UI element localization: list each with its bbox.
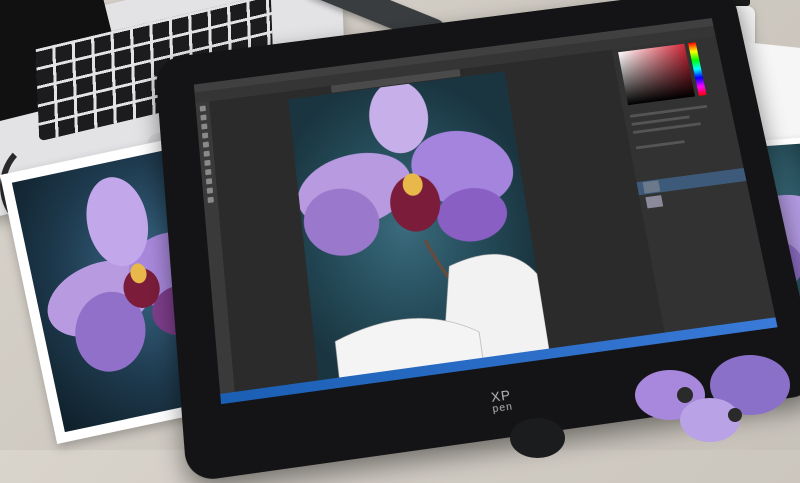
orchid-stickers xyxy=(630,345,800,455)
layer-thumbnail[interactable] xyxy=(645,195,663,208)
lasso-tool-icon[interactable] xyxy=(201,123,207,129)
color-picker[interactable] xyxy=(618,44,695,105)
tools-panel xyxy=(195,101,235,404)
eraser-tool-icon[interactable] xyxy=(204,160,210,166)
marquee-tool-icon[interactable] xyxy=(200,114,206,120)
brush-tool-icon[interactable] xyxy=(204,151,210,157)
gradient-tool-icon[interactable] xyxy=(205,169,211,175)
move-tool-icon[interactable] xyxy=(200,106,206,112)
orchid-artwork xyxy=(288,71,549,384)
hand-tool-icon[interactable] xyxy=(207,187,213,193)
properties-row[interactable] xyxy=(636,140,685,149)
document-canvas[interactable] xyxy=(288,71,550,390)
right-panels xyxy=(612,36,778,342)
dial-controller xyxy=(510,418,565,458)
properties-row[interactable] xyxy=(630,105,707,118)
layer-thumbnail[interactable] xyxy=(643,180,661,193)
zoom-tool-icon[interactable] xyxy=(207,197,213,203)
crop-tool-icon[interactable] xyxy=(202,132,208,138)
eyedropper-tool-icon[interactable] xyxy=(203,142,209,148)
text-tool-icon[interactable] xyxy=(206,178,212,184)
